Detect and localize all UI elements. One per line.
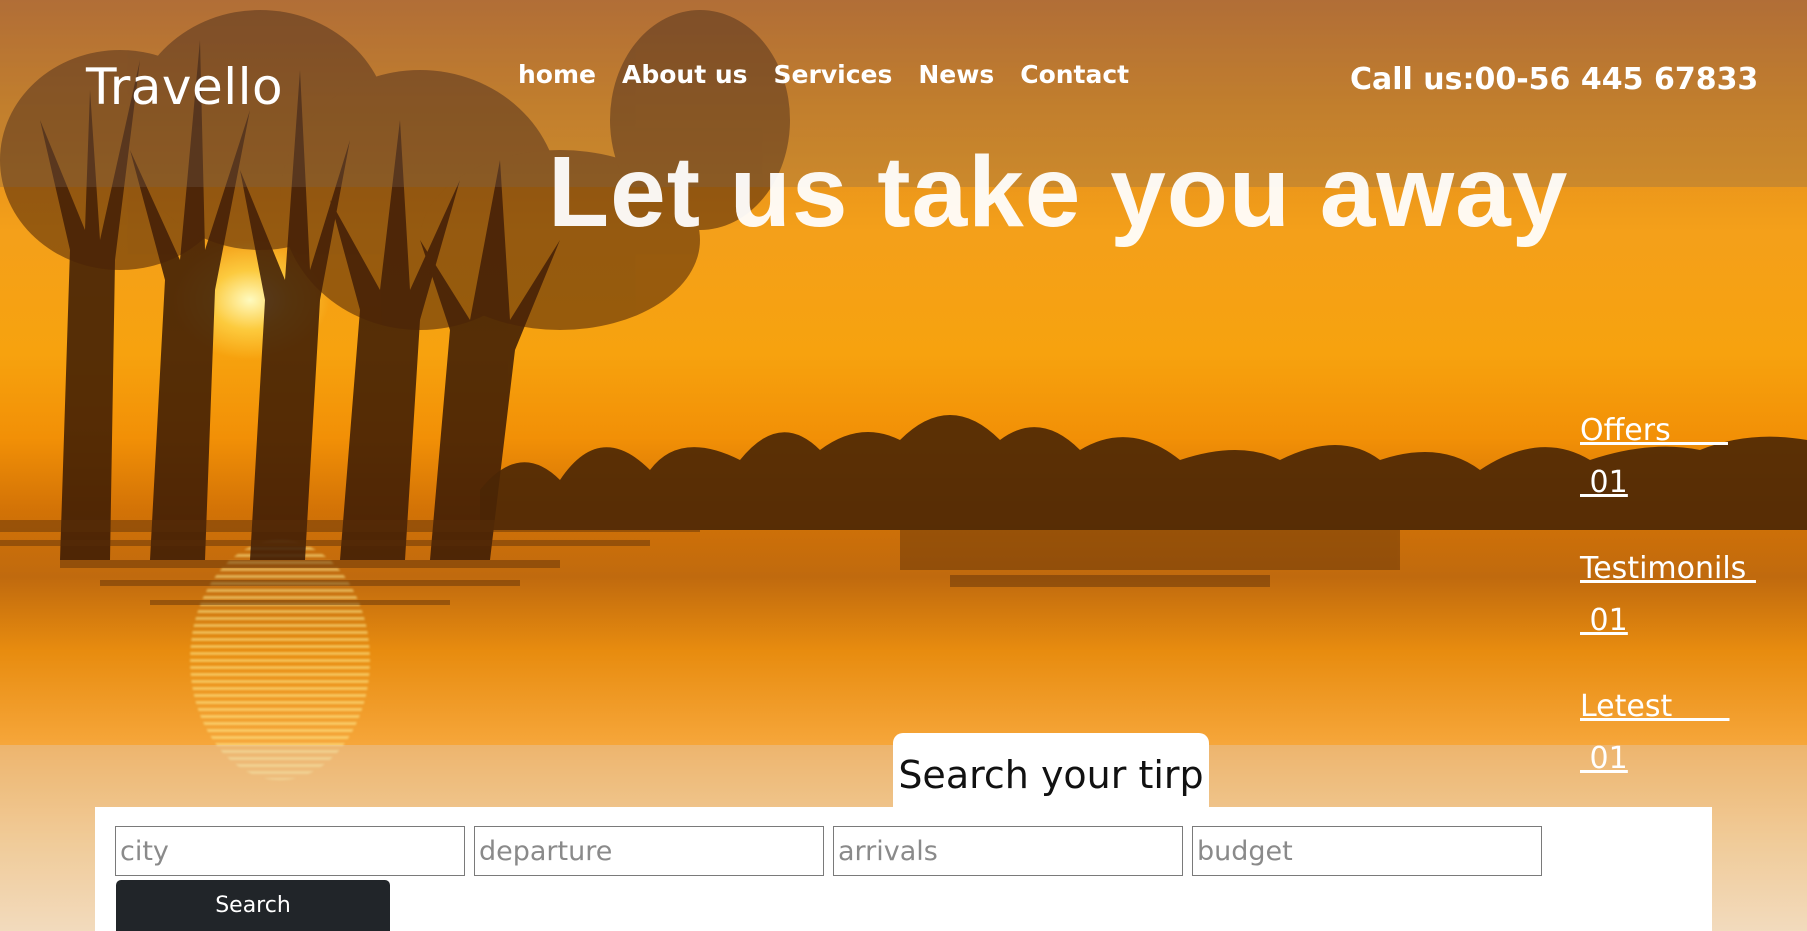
search-tab: Search your tirp [893, 733, 1209, 808]
nav-item-home: home [518, 60, 596, 89]
nav-item-contact: Contact [1020, 60, 1129, 89]
site-logo[interactable]: Travello [86, 58, 283, 116]
water-reflection [0, 520, 1400, 605]
nav-link-about[interactable]: About us [622, 60, 748, 89]
search-fields [115, 826, 1542, 876]
side-link-label: Offers [1580, 413, 1728, 448]
side-link-number: 01 [1580, 603, 1628, 638]
departure-input[interactable] [474, 826, 824, 876]
hero-section: Travello home About us Services News Con… [0, 0, 1807, 931]
side-links: Offers 01 Testimonils 01 Letest 01 [1580, 405, 1770, 819]
contact-phone: Call us:00-56 445 67833 [1350, 62, 1759, 97]
search-title: Search your tirp [898, 752, 1204, 797]
nav-item-services: Services [774, 60, 893, 89]
hero-headline: Let us take you away [548, 136, 1569, 248]
nav-link-services[interactable]: Services [774, 60, 893, 89]
nav-link-contact[interactable]: Contact [1020, 60, 1129, 89]
search-panel: Search [95, 807, 1712, 931]
side-link-label: Testimonils [1580, 551, 1756, 586]
side-link-label: Letest [1580, 689, 1730, 724]
side-link-number: 01 [1580, 741, 1628, 776]
nav-link-news[interactable]: News [918, 60, 994, 89]
main-nav: home About us Services News Contact [518, 60, 1129, 89]
side-link-latest[interactable]: Letest 01 [1580, 681, 1770, 785]
nav-item-about: About us [622, 60, 748, 89]
arrivals-input[interactable] [833, 826, 1183, 876]
side-link-testimonials[interactable]: Testimonils 01 [1580, 543, 1770, 647]
city-input[interactable] [115, 826, 465, 876]
search-button[interactable]: Search [116, 880, 390, 931]
budget-input[interactable] [1192, 826, 1542, 876]
side-link-number: 01 [1580, 465, 1628, 500]
side-link-offers[interactable]: Offers 01 [1580, 405, 1770, 509]
nav-link-home[interactable]: home [518, 60, 596, 89]
nav-item-news: News [918, 60, 994, 89]
